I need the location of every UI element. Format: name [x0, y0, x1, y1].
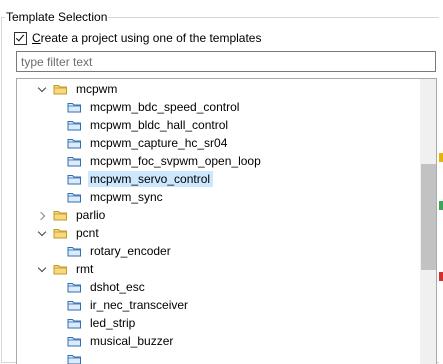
expand-chevron-down-icon[interactable] — [38, 85, 47, 94]
tree-item-label: mcpwm_sync — [90, 190, 163, 204]
tree-project-item[interactable]: dshot_esc — [67, 278, 148, 296]
group-title: Template Selection — [5, 9, 109, 25]
tree-project-item[interactable]: mcpwm_capture_hc_sr04 — [67, 134, 230, 152]
tree-item-label: dshot_esc — [90, 280, 145, 294]
checkbox-mnemonic: C — [32, 31, 41, 45]
tree-folder-item[interactable]: pcnt — [38, 224, 102, 242]
tree-project-item[interactable]: rotary_encoder — [67, 242, 174, 260]
expand-chevron-down-icon[interactable] — [38, 229, 47, 238]
use-template-checkbox-label[interactable]: Create a project using one of the templa… — [32, 30, 261, 46]
project-folder-icon — [67, 139, 81, 149]
use-template-checkbox[interactable] — [14, 31, 27, 45]
status-marker-green — [439, 201, 443, 210]
status-marker-red — [439, 272, 443, 281]
checkbox-label-text: reate a project using one of the templat… — [40, 31, 262, 45]
tree-project-item[interactable]: mcpwm_servo_control — [67, 170, 214, 188]
tree-item-label: rmt — [76, 262, 94, 276]
expand-chevron-right-icon[interactable] — [38, 211, 47, 220]
project-folder-icon — [67, 319, 81, 329]
tree-item-label: pcnt — [76, 226, 99, 240]
tree-project-item[interactable]: mcpwm_bldc_hall_control — [67, 116, 231, 134]
project-folder-icon — [67, 355, 81, 364]
use-template-checkbox-row[interactable]: Create a project using one of the templa… — [14, 29, 261, 47]
folder-icon — [53, 211, 67, 221]
tree-item-label: mcpwm_bdc_speed_control — [90, 100, 240, 114]
scrollbar-thumb[interactable] — [421, 164, 436, 270]
tree-project-item[interactable]: mcpwm_foc_svpwm_open_loop — [67, 152, 264, 170]
project-folder-icon — [67, 193, 81, 203]
project-folder-icon — [67, 175, 81, 185]
tree-item-label: mcpwm_bldc_hall_control — [90, 118, 229, 132]
tree-project-item[interactable]: mcpwm_bdc_speed_control — [67, 98, 242, 116]
template-tree[interactable]: mcpwm mcpwm_bdc_speed_control mcpwm_bldc_h… — [16, 78, 437, 364]
project-folder-icon — [67, 283, 81, 293]
project-folder-icon — [67, 157, 81, 167]
tree-project-item[interactable]: mcpwm_sync — [67, 188, 166, 206]
project-folder-icon — [67, 121, 81, 131]
folder-icon — [53, 229, 67, 239]
project-folder-icon — [67, 103, 81, 113]
tree-folder-item[interactable]: mcpwm — [38, 80, 120, 98]
project-folder-icon — [67, 337, 81, 347]
tree-item-label: mcpwm — [76, 82, 118, 96]
tree-item-label: parlio — [76, 208, 106, 222]
status-marker-yellow — [439, 153, 443, 162]
project-folder-icon — [67, 301, 81, 311]
tree-item-label: mcpwm_foc_svpwm_open_loop — [90, 154, 261, 168]
filter-input[interactable] — [16, 51, 436, 72]
tree-project-item[interactable]: ir_nec_transceiver — [67, 296, 191, 314]
tree-item-label: led_strip — [90, 316, 136, 330]
vertical-scrollbar[interactable] — [420, 79, 436, 364]
tree-item-label: mcpwm_servo_control — [88, 171, 214, 187]
folder-icon — [53, 265, 67, 275]
tree-project-item[interactable]: musical_buzzer — [67, 332, 176, 350]
tree-folder-item[interactable]: rmt — [38, 260, 96, 278]
folder-icon — [53, 85, 67, 95]
tree-item-label: mcpwm_capture_hc_sr04 — [90, 136, 228, 150]
tree-folder-item[interactable]: parlio — [38, 206, 108, 224]
expand-chevron-down-icon[interactable] — [38, 265, 47, 274]
tree-project-item-partial[interactable] — [67, 350, 88, 364]
tree-project-item[interactable]: led_strip — [67, 314, 138, 332]
tree-item-label: musical_buzzer — [90, 334, 174, 348]
tree-item-label: rotary_encoder — [90, 244, 171, 258]
tree-item-label: ir_nec_transceiver — [90, 298, 189, 312]
project-folder-icon — [67, 247, 81, 257]
